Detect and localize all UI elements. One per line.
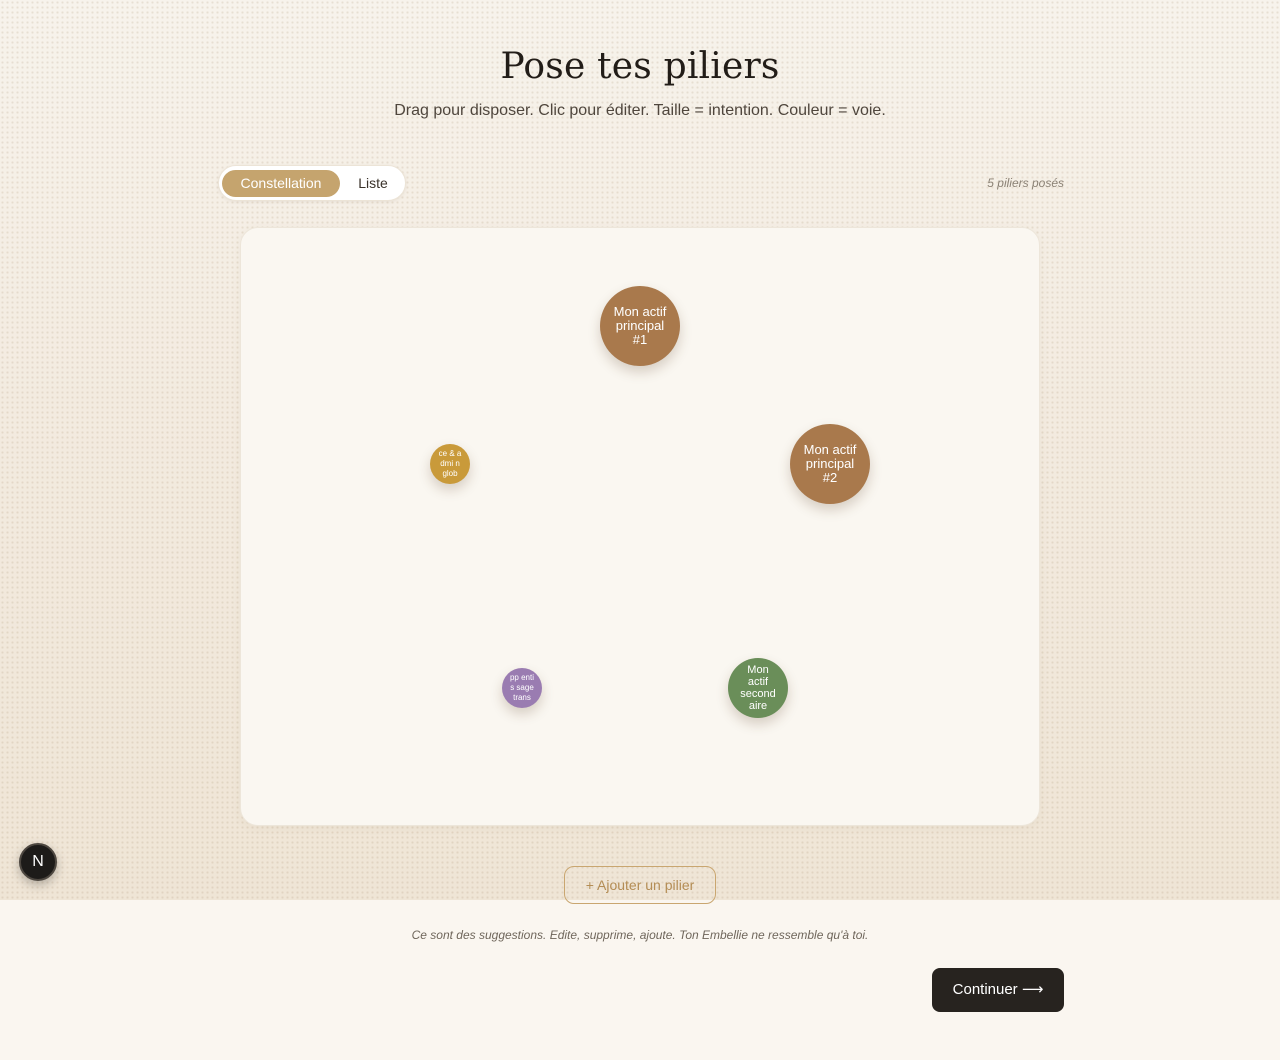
tab-liste[interactable]: Liste xyxy=(343,170,403,197)
constellation-canvas[interactable]: Mon actif principal #1 Mon actif princip… xyxy=(240,227,1040,826)
pillar-label: ce & admi n glob xyxy=(438,449,462,478)
page-title: Pose tes piliers xyxy=(500,46,780,87)
pillar-node[interactable]: Mon actif principal #1 xyxy=(600,286,680,366)
pillar-node[interactable]: Mon actif second aire xyxy=(728,658,788,718)
view-toggle: Constellation Liste xyxy=(218,165,406,201)
continue-button[interactable]: Continuer ⟶ xyxy=(932,968,1064,1012)
tab-constellation[interactable]: Constellation xyxy=(222,170,340,197)
pillar-label: pp entis sage trans xyxy=(509,673,535,702)
dev-tools-badge[interactable]: N xyxy=(19,843,57,881)
page-subtitle: Drag pour disposer. Clic pour éditer. Ta… xyxy=(394,102,886,119)
pillar-label: Mon actif principal #2 xyxy=(803,442,857,485)
footer-background xyxy=(0,900,1280,1060)
footer-note: Ce sont des suggestions. Edite, supprime… xyxy=(411,928,869,942)
pillar-label: Mon actif second aire xyxy=(740,664,776,712)
pillar-node[interactable]: pp entis sage trans xyxy=(502,668,542,708)
pillar-label: Mon actif principal #1 xyxy=(613,304,667,347)
pillar-node[interactable]: Mon actif principal #2 xyxy=(790,424,870,504)
pillar-node[interactable]: ce & admi n glob xyxy=(430,444,470,484)
add-pillar-button[interactable]: + Ajouter un pilier xyxy=(564,866,716,904)
pillar-count: 5 piliers posés xyxy=(987,176,1064,190)
